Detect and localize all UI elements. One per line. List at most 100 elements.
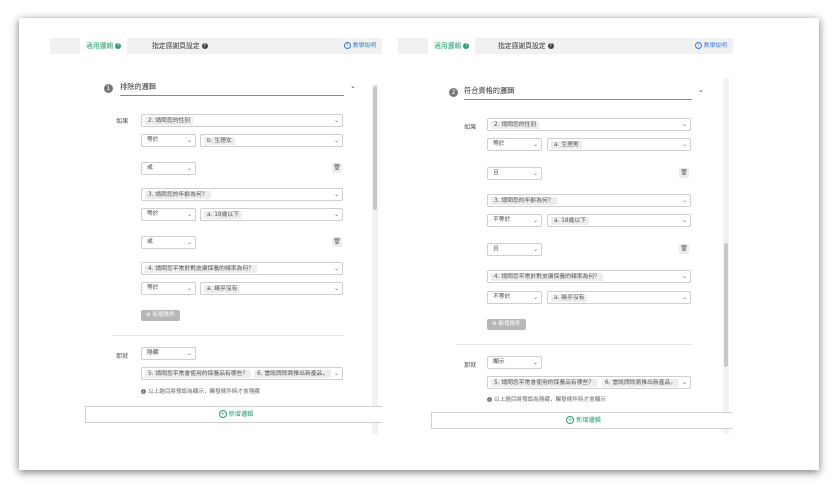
logic-content: 2 符合資格的邏輯 ⌄ 如果 2. 請問您的性別 ⌄ 等於 ⌄ a. 生理男 ⌄ 且 ⌄… [398, 54, 733, 434]
tab-thankyou-settings[interactable]: 指定感謝頁設定? [498, 38, 554, 54]
question-select[interactable]: 3. 請問您的年齡為何？ ⌄ [141, 188, 343, 201]
question-icon: ? [115, 43, 122, 49]
help-link[interactable]: ? 教學說明 [694, 38, 727, 54]
scrollbar[interactable] [372, 84, 378, 434]
divider [112, 335, 344, 336]
question-select[interactable]: 2. 請問您的性別 ⌄ [487, 118, 691, 131]
connector-select[interactable]: 且 ⌄ [487, 243, 542, 256]
chevron-down-icon: ⌄ [532, 294, 538, 301]
scrollbar-thumb[interactable] [724, 243, 728, 367]
tab-bar: 適用邏輯? 指定感謝頁設定? ? 教學說明 [398, 38, 733, 54]
tab-applied-logic[interactable]: 適用邏輯? [428, 38, 476, 54]
chevron-down-icon: ⌄ [532, 217, 538, 224]
question-select[interactable]: 4. 請問您平常針對皮膚保養的頻率為何？ ⌄ [141, 262, 343, 275]
operator-select[interactable]: 等於 ⌄ [141, 282, 196, 295]
chevron-down-icon: ⌄ [186, 165, 192, 172]
scrollbar[interactable] [723, 78, 729, 434]
logic-content: 1 排除的邏輯 ⌄ 如果 2. 請問您的性別 ⌄ 等於 ⌄ b. 生理女 ⌄ 或 ⌄ 🗑… [50, 54, 382, 434]
add-condition-button[interactable]: ⊕ 新增條件 [487, 319, 526, 330]
chevron-down-icon: ⌄ [532, 359, 538, 366]
then-label: 那就 [116, 353, 129, 360]
connector-select[interactable]: 或 ⌄ [141, 236, 196, 249]
chevron-down-icon: ⌄ [333, 211, 339, 218]
group-title: 符合資格的邏輯 [464, 86, 692, 100]
value-select[interactable]: a. 幾乎沒有 ⌄ [547, 291, 691, 304]
logic-panel-2: 適用邏輯? 指定感謝頁設定? ? 教學說明 2 符合資格的邏輯 ⌄ 如果 2. 請… [398, 38, 733, 434]
chevron-down-icon: ⌄ [681, 379, 687, 386]
chevron-down-icon: ⌄ [681, 273, 687, 280]
plus-circle-icon: + [218, 410, 227, 418]
plus-circle-icon: + [566, 416, 575, 424]
chevron-down-icon[interactable]: ⌄ [350, 82, 356, 90]
trash-icon[interactable]: 🗑 [679, 244, 689, 254]
chevron-down-icon: ⌄ [681, 217, 687, 224]
logic-note: i 以上題目將預設為顯示，觸發條件時才會隱藏 [141, 389, 260, 395]
operator-select[interactable]: 等於 ⌄ [487, 138, 542, 151]
chevron-down-icon: ⌄ [532, 141, 538, 148]
action-select[interactable]: 隱藏 ⌄ [141, 347, 196, 360]
step-number: 1 [104, 84, 113, 93]
help-circle-icon: ? [343, 42, 351, 49]
chevron-down-icon[interactable]: ⌄ [698, 86, 704, 94]
chevron-down-icon: ⌄ [333, 191, 339, 198]
chevron-down-icon: ⌄ [681, 294, 687, 301]
logic-panel-1: 適用邏輯? 指定感謝頁設定? ? 教學說明 1 排除的邏輯 ⌄ 如果 2. 請問您… [50, 38, 382, 434]
value-select[interactable]: b. 生理女 ⌄ [200, 134, 343, 147]
operator-select[interactable]: 等於 ⌄ [141, 208, 196, 221]
target-questions-select[interactable]: 5. 請問您平常會使用的保養品有哪些？ 6. 當既牌即將推出新產品， ⌄ [141, 367, 343, 380]
question-select[interactable]: 3. 請問您的年齡為何？ ⌄ [487, 194, 691, 207]
add-logic-button[interactable]: + 新增邏輯 [85, 406, 382, 423]
value-select[interactable]: a. 生理男 ⌄ [547, 138, 691, 151]
question-icon: ? [463, 43, 470, 49]
chevron-down-icon: ⌄ [681, 141, 687, 148]
connector-select[interactable]: 且 ⌄ [487, 167, 542, 180]
operator-select[interactable]: 等於 ⌄ [141, 134, 196, 147]
chevron-down-icon: ⌄ [333, 265, 339, 272]
trash-icon[interactable]: 🗑 [332, 237, 342, 247]
tab-bar: 適用邏輯? 指定感謝頁設定? ? 教學說明 [50, 38, 382, 54]
add-condition-button[interactable]: ⊕ 新增條件 [141, 310, 180, 321]
question-icon: ? [547, 43, 554, 49]
help-link[interactable]: ? 教學說明 [343, 38, 376, 54]
chevron-down-icon: ⌄ [681, 121, 687, 128]
value-select[interactable]: a. 18歲以下 ⌄ [200, 208, 343, 221]
help-circle-icon: ? [694, 42, 702, 49]
add-logic-button[interactable]: + 新增邏輯 [431, 412, 733, 429]
chevron-down-icon: ⌄ [186, 350, 192, 357]
chevron-down-icon: ⌄ [333, 285, 339, 292]
chevron-down-icon: ⌄ [186, 137, 192, 144]
chevron-down-icon: ⌄ [333, 117, 339, 124]
tab-thankyou-settings[interactable]: 指定感謝頁設定? [152, 38, 208, 54]
operator-select[interactable]: 不等於 ⌄ [487, 214, 542, 227]
trash-icon[interactable]: 🗑 [332, 163, 342, 173]
target-questions-select[interactable]: 5. 請問您平常會使用的保養品有哪些？ 6. 當既牌即將推出新產品， ⌄ [487, 376, 691, 389]
info-icon: i [141, 389, 146, 394]
trash-icon[interactable]: 🗑 [679, 168, 689, 178]
if-label: 如果 [116, 118, 129, 125]
action-select[interactable]: 顯示 ⌄ [487, 356, 542, 369]
chevron-down-icon: ⌄ [333, 137, 339, 144]
chevron-down-icon: ⌄ [532, 170, 538, 177]
group-title: 排除的邏輯 [120, 82, 344, 96]
tab-applied-logic[interactable]: 適用邏輯? [80, 38, 128, 54]
value-select[interactable]: a. 幾乎沒有 ⌄ [200, 282, 343, 295]
then-label: 那就 [464, 362, 477, 369]
value-select[interactable]: a. 18歲以下 ⌄ [547, 214, 691, 227]
if-label: 如果 [464, 124, 477, 131]
question-select[interactable]: 2. 請問您的性別 ⌄ [141, 114, 343, 127]
chevron-down-icon: ⌄ [186, 239, 192, 246]
chevron-down-icon: ⌄ [532, 246, 538, 253]
info-icon: i [487, 397, 492, 402]
scrollbar-thumb[interactable] [373, 86, 377, 210]
connector-select[interactable]: 或 ⌄ [141, 162, 196, 175]
divider [456, 344, 692, 345]
chevron-down-icon: ⌄ [186, 285, 192, 292]
question-select[interactable]: 4. 請問您平常針對皮膚保養的頻率為何？ ⌄ [487, 270, 691, 283]
chevron-down-icon: ⌄ [186, 211, 192, 218]
chevron-down-icon: ⌄ [333, 370, 339, 377]
question-icon: ? [201, 43, 208, 49]
chevron-down-icon: ⌄ [681, 197, 687, 204]
step-number: 2 [449, 88, 458, 97]
logic-note: i 以上題目將預設為隱藏，觸發條件時才會顯示 [487, 397, 606, 403]
operator-select[interactable]: 不等於 ⌄ [487, 291, 542, 304]
